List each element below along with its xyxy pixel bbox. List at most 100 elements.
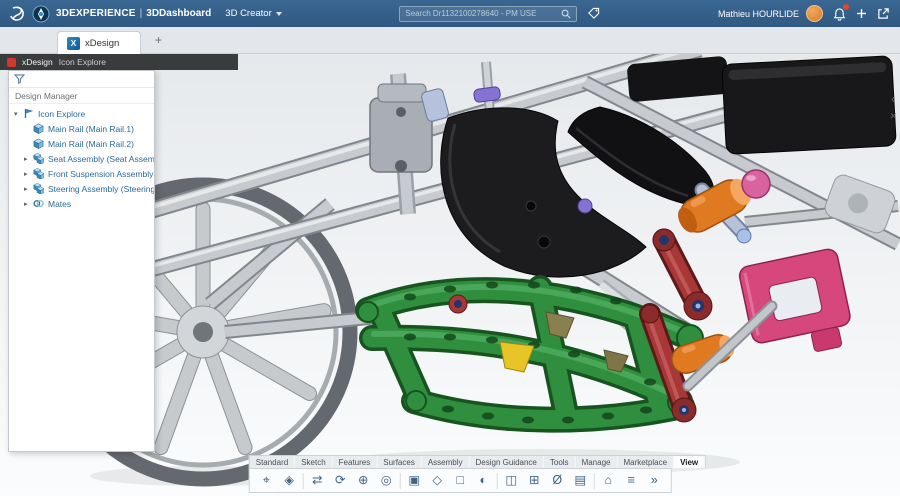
tree-item-label: Icon Explore <box>38 109 85 119</box>
brand-title: 3DEXPERIENCE <box>56 8 136 19</box>
iso-view-icon[interactable]: ◇ <box>426 469 449 492</box>
ribbon-tab-design-guidance[interactable]: Design Guidance <box>470 456 544 468</box>
tab-xdesign-label: xDesign <box>85 38 119 49</box>
tag-icon[interactable] <box>587 7 600 20</box>
expander-icon[interactable]: ▸ <box>24 200 33 208</box>
share-button[interactable] <box>877 7 890 20</box>
more-tools-icon[interactable]: » <box>643 469 666 492</box>
breadcrumb-app[interactable]: xDesign <box>22 57 53 67</box>
tree-children: Main Rail (Main Rail.1) Main Rail (Main R… <box>9 121 154 211</box>
user-name[interactable]: Mathieu HOURLIDE <box>718 9 799 19</box>
xdesign-app-icon[interactable] <box>7 58 16 67</box>
toolbar-separator <box>594 473 595 489</box>
ribbon-tab-manage[interactable]: Manage <box>576 456 618 468</box>
breadcrumb: xDesign Icon Explore <box>0 54 238 70</box>
notification-badge <box>843 4 849 10</box>
toolbar-separator <box>400 473 401 489</box>
collapse-panel-icon[interactable]: ‹ <box>891 94 895 104</box>
assembly-icon <box>33 183 46 194</box>
section-view-icon[interactable]: ◫ <box>500 469 523 492</box>
search-input[interactable] <box>405 9 557 18</box>
ribbon-tab-marketplace[interactable]: Marketplace <box>617 456 674 468</box>
search-icon[interactable] <box>561 9 571 19</box>
expander-icon[interactable]: ▾ <box>14 110 23 118</box>
pan-icon[interactable]: ⇄ <box>306 469 329 492</box>
compass-icon[interactable] <box>32 5 50 23</box>
product-menu-label: 3D Creator <box>225 8 271 19</box>
tree-item-label: Seat Assembly (Seat Assembly.1) <box>48 154 154 164</box>
dassault-logo-icon[interactable] <box>7 5 27 22</box>
xdesign-logo-icon: X <box>67 37 80 50</box>
perspective-icon[interactable]: ⌂ <box>597 469 620 492</box>
ribbon-tab-tools[interactable]: Tools <box>544 456 576 468</box>
root-icon <box>23 108 36 119</box>
shaded-view-icon[interactable]: ◐ <box>472 469 495 492</box>
viewport: xDesign Icon Explore Design Manager ▾ <box>0 54 900 496</box>
tab-xdesign[interactable]: X xDesign <box>57 31 141 54</box>
ribbon-tab-view[interactable]: View <box>674 456 705 468</box>
top-bar: 3DEXPERIENCE | 3DDashboard 3D Creator <box>0 0 900 27</box>
add-button[interactable] <box>856 8 867 19</box>
tree-item[interactable]: ▸ Front Suspension Assembly (Fro <box>9 166 154 181</box>
panel-title: Design Manager <box>9 88 154 104</box>
toolbar-separator <box>303 473 304 489</box>
mates-icon <box>33 198 46 209</box>
toolbar-separator <box>497 473 498 489</box>
action-bar-tools: ⌖◈⇄⟳⊕◎▣◇□◐◫⊞Ø▤⌂≡» <box>249 468 672 493</box>
panel-toolbar <box>9 71 154 88</box>
hide-show-icon[interactable]: Ø <box>546 469 569 492</box>
breadcrumb-document[interactable]: Icon Explore <box>59 57 106 67</box>
tree-item[interactable]: ▸ Seat Assembly (Seat Assembly.1) <box>9 151 154 166</box>
tree-item[interactable]: Main Rail (Main Rail.1) <box>9 121 154 136</box>
grid-icon[interactable]: ⊞ <box>523 469 546 492</box>
rotate-view-icon[interactable]: ⟳ <box>329 469 352 492</box>
zoom-fit-icon[interactable]: ⌖ <box>255 469 278 492</box>
zoom-area-icon[interactable]: ▣ <box>403 469 426 492</box>
product-menu[interactable]: 3D Creator <box>225 8 281 19</box>
zoom-in-icon[interactable]: ⊕ <box>352 469 375 492</box>
ribbon-tab-features[interactable]: Features <box>333 456 378 468</box>
tree-item[interactable]: Main Rail (Main Rail.2) <box>9 136 154 151</box>
application-window: 3DEXPERIENCE | 3DDashboard 3D Creator <box>0 0 900 496</box>
ribbon-tab-assembly[interactable]: Assembly <box>422 456 470 468</box>
notifications-button[interactable] <box>833 7 846 21</box>
tree-item-label: Steering Assembly (Steering As <box>48 184 154 194</box>
tree-item-label: Main Rail (Main Rail.1) <box>48 124 134 134</box>
view-cube-icon[interactable]: ◈ <box>278 469 301 492</box>
ribbon-tab-sketch[interactable]: Sketch <box>295 456 332 468</box>
edge-controls: ‹ ✕ <box>889 94 897 122</box>
tree-item-label: Main Rail (Main Rail.2) <box>48 139 134 149</box>
share-icon <box>877 7 890 20</box>
ribbon-tab-standard[interactable]: Standard <box>250 456 295 468</box>
ambient-occlusion-icon[interactable]: ▤ <box>569 469 592 492</box>
tree-item-root[interactable]: ▾ Icon Explore <box>9 106 154 121</box>
dashboard-title: 3DDashboard <box>146 8 211 19</box>
wireframe-icon[interactable]: □ <box>449 469 472 492</box>
part-icon <box>33 138 46 149</box>
close-icon[interactable]: ✕ <box>889 111 897 122</box>
design-tree: ▾ Icon Explore Main Rail (Main Rail.1)Ma… <box>9 104 154 451</box>
user-avatar[interactable] <box>806 5 823 22</box>
plus-icon <box>856 8 867 19</box>
filter-icon[interactable] <box>14 74 25 84</box>
expander-icon[interactable]: ▸ <box>24 170 33 178</box>
action-bar: StandardSketchFeaturesSurfacesAssemblyDe… <box>249 455 706 493</box>
ribbon-tab-surfaces[interactable]: Surfaces <box>377 456 422 468</box>
new-tab-button[interactable]: + <box>155 33 162 47</box>
design-manager-panel: Design Manager ▾ Icon Explore Main Rail … <box>8 70 155 452</box>
expander-icon[interactable]: ▸ <box>24 185 33 193</box>
chevron-down-icon <box>276 12 282 16</box>
look-at-icon[interactable]: ◎ <box>375 469 398 492</box>
action-bar-tabs: StandardSketchFeaturesSurfacesAssemblyDe… <box>249 455 706 468</box>
tree-item[interactable]: ▸ Steering Assembly (Steering As <box>9 181 154 196</box>
assembly-icon <box>33 153 46 164</box>
global-search[interactable] <box>399 6 577 22</box>
tree-item[interactable]: ▸ Mates <box>9 196 154 211</box>
assembly-icon <box>33 168 46 179</box>
document-tab-bar: X xDesign + <box>0 27 900 54</box>
expander-icon[interactable]: ▸ <box>24 155 33 163</box>
tree-item-label: Mates <box>48 199 71 209</box>
display-settings-icon[interactable]: ≡ <box>620 469 643 492</box>
brand-separator: | <box>140 8 143 19</box>
tree-item-label: Front Suspension Assembly (Fro <box>48 169 154 179</box>
